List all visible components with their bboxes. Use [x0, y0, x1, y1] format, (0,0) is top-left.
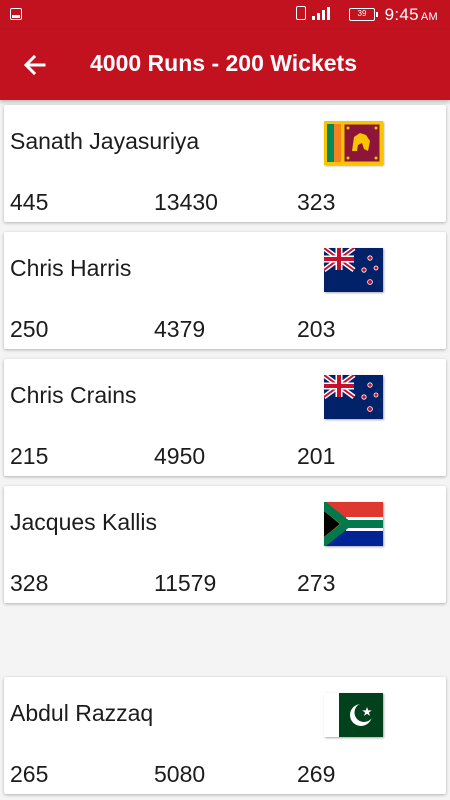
- runs-value: 11579: [154, 570, 217, 596]
- notification-icon: [10, 8, 22, 20]
- app-bar: 4000 Runs - 200 Wickets: [0, 30, 450, 100]
- back-arrow-icon[interactable]: [20, 50, 50, 80]
- runs-value: 13430: [154, 189, 218, 215]
- matches-value: 328: [10, 570, 49, 596]
- matches-value: 445: [10, 189, 49, 215]
- matches-value: 265: [10, 761, 49, 787]
- runs-value: 4950: [154, 443, 206, 469]
- new-zealand-flag-icon: [324, 248, 383, 292]
- player-name: Sanath Jayasuriya: [10, 128, 200, 154]
- pakistan-flag-icon: [324, 693, 383, 737]
- status-icons: [296, 6, 330, 20]
- battery-icon: 39: [349, 8, 378, 21]
- new-zealand-flag-icon: [324, 375, 383, 419]
- runs-value: 4379: [154, 316, 206, 342]
- player-card[interactable]: Abdul Razzaq 265 5080 269: [4, 677, 446, 794]
- wickets-value: 203: [297, 316, 336, 342]
- wickets-value: 323: [297, 189, 336, 215]
- south-africa-flag-icon: [324, 502, 383, 546]
- player-card[interactable]: Sanath Jayasuriya 445 13430 323: [4, 105, 446, 222]
- player-card[interactable]: Chris Crains 215 4950 201: [4, 359, 446, 476]
- wickets-value: 269: [297, 761, 336, 787]
- matches-value: 250: [10, 316, 49, 342]
- player-name: Abdul Razzaq: [10, 700, 154, 726]
- player-card[interactable]: Jacques Kallis 328 11579 273: [4, 486, 446, 603]
- vibrate-icon: [296, 6, 306, 20]
- player-name: Chris Crains: [10, 382, 137, 408]
- player-name: Chris Harris: [10, 255, 132, 281]
- wickets-value: 273: [297, 570, 336, 596]
- runs-value: 5080: [154, 761, 206, 787]
- status-bar: 39 9:45 AM: [0, 0, 450, 30]
- matches-value: 215: [10, 443, 49, 469]
- wickets-value: 201: [297, 443, 336, 469]
- player-name: Jacques Kallis: [10, 509, 158, 535]
- page-title: 4000 Runs - 200 Wickets: [90, 50, 357, 76]
- signal-icon: [312, 6, 330, 20]
- status-time: 9:45 AM: [384, 5, 438, 24]
- sri-lanka-flag-icon: [324, 121, 383, 165]
- player-card[interactable]: Chris Harris 250 4379 203: [4, 232, 446, 349]
